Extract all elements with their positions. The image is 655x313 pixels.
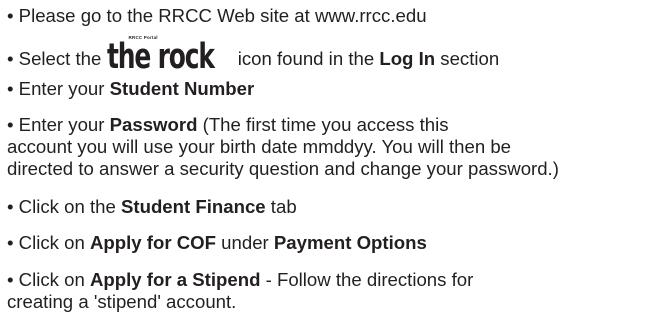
step-text: account you will use your birth date mmd… bbox=[7, 136, 512, 157]
step-text: tab bbox=[265, 196, 297, 217]
step-text: • Please go to the RRCC Web site at www.… bbox=[7, 5, 427, 26]
student-finance-label: Student Finance bbox=[121, 196, 266, 217]
step-text: • Click on bbox=[7, 269, 90, 290]
step-text: - Follow the directions for bbox=[260, 269, 474, 290]
student-number-label: Student Number bbox=[109, 78, 255, 99]
step-apply-stipend: • Click on Apply for a Stipend - Follow … bbox=[7, 269, 473, 291]
step-enter-password-cont2: directed to answer a security question a… bbox=[7, 158, 559, 180]
payment-options-label: Payment Options bbox=[273, 232, 427, 253]
step-text: icon found in the bbox=[232, 48, 380, 69]
instructions-list: • Please go to the RRCC Web site at www.… bbox=[0, 0, 655, 313]
step-visit-website: • Please go to the RRCC Web site at www.… bbox=[7, 5, 427, 27]
step-text: (The first time you access this bbox=[197, 114, 449, 135]
step-text: • Click on the bbox=[7, 196, 121, 217]
login-section-label: Log In bbox=[379, 48, 436, 69]
apply-cof-label: Apply for COF bbox=[89, 232, 217, 253]
apply-stipend-label: Apply for a Stipend bbox=[89, 269, 261, 290]
logo-wordmark: the rock bbox=[106, 35, 215, 77]
step-enter-student-number: • Enter your Student Number bbox=[7, 78, 254, 100]
step-text: section bbox=[435, 48, 500, 69]
step-select-logo: • Select the RRCC Portal the rock icon fo… bbox=[7, 35, 500, 77]
step-enter-password-cont1: account you will use your birth date mmd… bbox=[7, 136, 511, 158]
step-text: under bbox=[216, 232, 274, 253]
step-text: directed to answer a security question a… bbox=[7, 158, 559, 179]
step-apply-stipend-cont: creating a 'stipend' account. bbox=[7, 291, 236, 313]
step-student-finance-tab: • Click on the Student Finance tab bbox=[7, 196, 297, 218]
step-text: • Enter your bbox=[7, 78, 110, 99]
password-label: Password bbox=[109, 114, 198, 135]
step-text: creating a 'stipend' account. bbox=[7, 291, 237, 312]
step-text: • Enter your bbox=[7, 114, 110, 135]
the-rock-logo-icon: RRCC Portal the rock bbox=[106, 35, 227, 77]
step-text: • Select the bbox=[7, 48, 107, 69]
step-enter-password: • Enter your Password (The first time yo… bbox=[7, 114, 449, 136]
step-apply-cof: • Click on Apply for COF under Payment O… bbox=[7, 232, 427, 254]
step-text: • Click on bbox=[7, 232, 90, 253]
